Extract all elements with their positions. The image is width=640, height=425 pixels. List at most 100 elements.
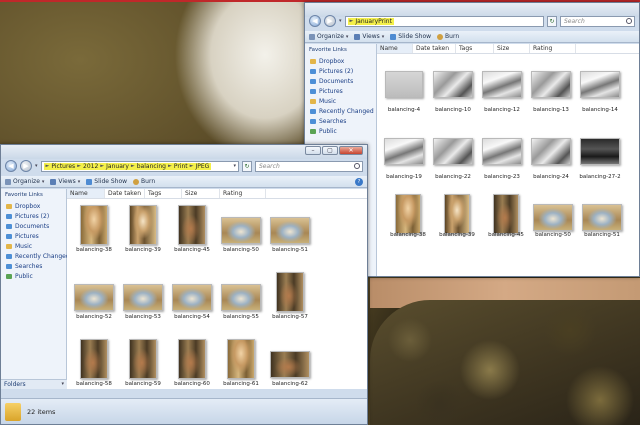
file-thumbnail[interactable]: balancing-39	[118, 205, 168, 255]
help-icon[interactable]: ?	[355, 177, 363, 186]
breadcrumb-pictures[interactable]: Pictures	[51, 163, 75, 170]
file-thumbnail[interactable]: balancing-54	[167, 272, 217, 322]
image-thumbnail	[582, 204, 622, 231]
minimize-button[interactable]: –	[305, 146, 321, 155]
address-dropdown-icon[interactable]: ▾	[233, 163, 236, 169]
file-thumbnail[interactable]: balancing-53	[118, 272, 168, 322]
back-icon[interactable]: ◀	[5, 160, 17, 172]
search-input[interactable]: Search	[255, 160, 363, 172]
search-input[interactable]: Search	[560, 15, 635, 27]
organize-button[interactable]: Organize ▾	[309, 33, 348, 40]
column-name[interactable]: Name	[67, 189, 105, 198]
breadcrumb-print[interactable]: Print	[174, 163, 188, 170]
back-icon[interactable]: ◀	[309, 15, 321, 27]
file-thumbnail[interactable]: balancing-19	[379, 136, 429, 182]
search-icon[interactable]	[354, 162, 360, 169]
forward-icon[interactable]: ▶	[324, 15, 336, 27]
file-list[interactable]: Name Date taken Tags Size Rating balanci…	[67, 189, 367, 389]
column-size[interactable]: Size	[494, 44, 530, 53]
slideshow-button[interactable]: Slide Show	[390, 33, 431, 40]
file-thumbnail[interactable]: balancing-52	[69, 272, 119, 322]
file-thumbnail[interactable]: balancing-38	[383, 194, 433, 240]
file-thumbnail[interactable]: balancing-50	[528, 194, 578, 240]
image-thumbnail	[533, 204, 573, 231]
file-thumbnail[interactable]: balancing-45	[481, 194, 531, 240]
sidebar-item-music[interactable]: Music	[307, 96, 374, 106]
sidebar-item-public[interactable]: Public	[307, 126, 374, 136]
sidebar-item-documents[interactable]: Documents	[307, 76, 374, 86]
column-tags[interactable]: Tags	[145, 189, 182, 198]
file-thumbnail[interactable]: balancing-13	[526, 69, 576, 115]
views-button[interactable]: Views ▾	[354, 33, 384, 40]
forward-icon[interactable]: ▶	[20, 160, 32, 172]
breadcrumb-january[interactable]: January	[106, 163, 129, 170]
sidebar-item-recently-changed[interactable]: Recently Changed	[3, 251, 70, 261]
file-thumbnail[interactable]: balancing-51	[577, 194, 627, 240]
file-thumbnail[interactable]: balancing-4	[379, 69, 429, 115]
search-icon[interactable]	[626, 17, 632, 24]
folders-toggle[interactable]: Folders ▾	[1, 379, 67, 389]
sidebar-item-dropbox[interactable]: Dropbox	[307, 56, 374, 66]
column-name[interactable]: Name	[377, 44, 413, 53]
sidebar-item-public[interactable]: Public	[3, 271, 64, 281]
file-thumbnail[interactable]: balancing-45	[167, 205, 217, 255]
refresh-icon[interactable]: ↻	[242, 160, 252, 172]
file-thumbnail[interactable]: balancing-10	[428, 69, 478, 115]
file-thumbnail[interactable]: balancing-59	[118, 339, 168, 389]
column-date-taken[interactable]: Date taken	[105, 189, 145, 198]
column-date-taken[interactable]: Date taken	[413, 44, 456, 53]
breadcrumb-balancing[interactable]: balancing	[137, 163, 166, 170]
breadcrumb-januaryprint[interactable]: JanuaryPrint	[355, 18, 392, 25]
sidebar-item-pictures[interactable]: Pictures	[307, 86, 374, 96]
sidebar-item-pictures-2[interactable]: Pictures (2)	[307, 66, 374, 76]
sidebar-item-documents[interactable]: Documents	[3, 221, 64, 231]
recent-pages-dropdown-icon[interactable]: ▾	[35, 163, 38, 169]
views-button[interactable]: Views ▾	[50, 178, 80, 185]
column-size[interactable]: Size	[182, 189, 220, 198]
column-rating[interactable]: Rating	[530, 44, 576, 53]
file-thumbnail[interactable]: balancing-60	[167, 339, 217, 389]
sidebar-item-dropbox[interactable]: Dropbox	[3, 201, 64, 211]
file-thumbnail[interactable]: balancing-50	[216, 205, 266, 255]
sidebar-item-searches[interactable]: Searches	[3, 261, 64, 271]
sidebar-item-pictures[interactable]: Pictures	[3, 231, 64, 241]
sidebar-item-label: Pictures	[15, 232, 39, 240]
address-input[interactable]: ► JanuaryPrint	[344, 15, 544, 27]
sidebar-item-label: Music	[15, 242, 33, 250]
burn-button[interactable]: Burn	[133, 178, 155, 185]
file-thumbnail[interactable]: balancing-27-2	[575, 136, 625, 182]
close-button[interactable]: ✕	[339, 146, 363, 155]
title-bar[interactable]: – ▢ ✕	[1, 145, 367, 159]
file-thumbnail[interactable]: balancing-61	[216, 339, 266, 389]
file-thumbnail[interactable]: balancing-24	[526, 136, 576, 182]
burn-button[interactable]: Burn	[437, 33, 459, 40]
file-thumbnail[interactable]: balancing-62	[265, 339, 315, 389]
refresh-icon[interactable]: ↻	[547, 15, 557, 27]
recent-pages-dropdown-icon[interactable]: ▾	[339, 18, 342, 24]
column-rating[interactable]: Rating	[220, 189, 266, 198]
file-thumbnail[interactable]: balancing-38	[69, 205, 119, 255]
file-thumbnail[interactable]: balancing-57	[265, 272, 315, 322]
sidebar-item-pictures-2[interactable]: Pictures (2)	[3, 211, 64, 221]
sidebar-item-searches[interactable]: Searches	[307, 116, 374, 126]
file-thumbnail[interactable]: balancing-58	[69, 339, 119, 389]
sidebar-item-label: Searches	[15, 262, 43, 270]
file-thumbnail[interactable]: balancing-12	[477, 69, 527, 115]
file-thumbnail[interactable]: balancing-51	[265, 205, 315, 255]
breadcrumb-2012[interactable]: 2012	[83, 163, 98, 170]
file-thumbnail[interactable]: balancing-39	[432, 194, 482, 240]
file-thumbnail[interactable]: balancing-55	[216, 272, 266, 322]
sidebar-item-recently-changed[interactable]: Recently Changed	[307, 106, 374, 116]
explorer-window-jpeg[interactable]: – ▢ ✕ ◀ ▶ ▾ ► Pictures ► 2012 ► January …	[0, 144, 368, 425]
file-list[interactable]: Name Date taken Tags Size Rating balanci…	[377, 44, 639, 276]
file-thumbnail[interactable]: balancing-22	[428, 136, 478, 182]
file-thumbnail[interactable]: balancing-23	[477, 136, 527, 182]
organize-button[interactable]: Organize ▾	[5, 178, 44, 185]
slideshow-button[interactable]: Slide Show	[86, 178, 127, 185]
column-tags[interactable]: Tags	[456, 44, 494, 53]
file-thumbnail[interactable]: balancing-14	[575, 69, 625, 115]
breadcrumb-jpeg[interactable]: JPEG	[196, 163, 210, 170]
maximize-button[interactable]: ▢	[322, 146, 338, 155]
sidebar-item-music[interactable]: Music	[3, 241, 64, 251]
address-input[interactable]: ► Pictures ► 2012 ► January ► balancing …	[40, 160, 239, 172]
